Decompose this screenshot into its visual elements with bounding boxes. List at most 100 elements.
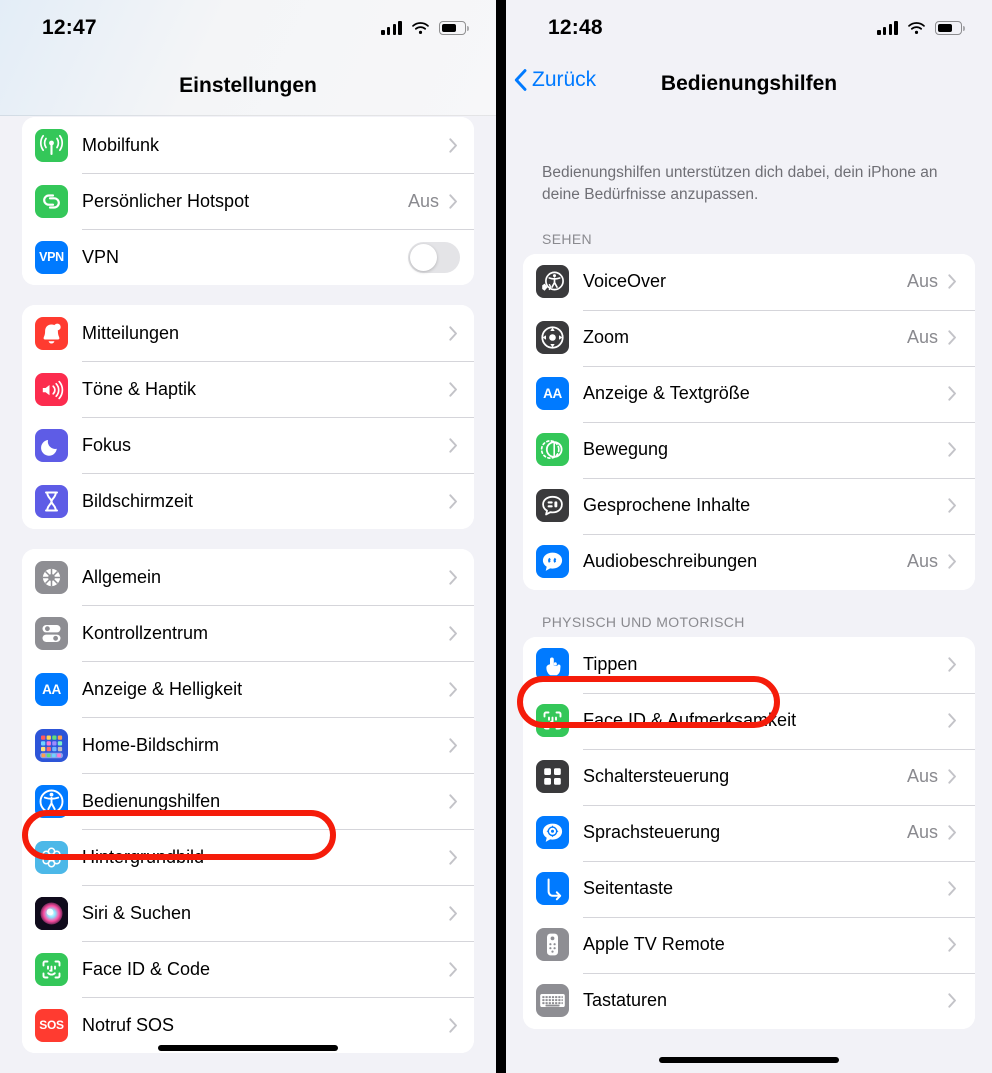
list-item[interactable]: Face ID & Code (22, 941, 474, 997)
list-item[interactable]: Apple TV Remote (523, 916, 975, 973)
list-item[interactable]: Schaltersteuerung Aus (523, 748, 975, 805)
home-indicator (158, 1045, 338, 1051)
list-item-label: Bedienungshilfen (82, 790, 221, 811)
list-item[interactable]: Home-Bildschirm (22, 717, 474, 773)
list-item-label: Sprachsteuerung (583, 822, 721, 843)
list-item-label: Siri & Suchen (82, 902, 192, 923)
settings-group: Allgemein Kontrollzentrum AA Anzeige & Hell… (22, 549, 474, 1053)
list-item[interactable]: Tippen (523, 636, 975, 693)
list-item[interactable]: Bildschirmzeit (22, 473, 474, 529)
chevron-right-icon (449, 325, 458, 341)
chevron-right-icon (948, 657, 957, 673)
list-item-label: Face ID & Code (82, 958, 211, 979)
chevron-right-icon (948, 554, 957, 570)
vpn-icon: VPN (35, 240, 68, 274)
display-aa-icon: AA (35, 672, 68, 706)
chevron-right-icon (948, 881, 957, 897)
list-item[interactable]: VPN VPN (22, 229, 474, 285)
list-item[interactable]: Bedienungshilfen (22, 773, 474, 829)
wifi-icon (411, 21, 430, 35)
touch-icon (536, 648, 569, 682)
settings-list[interactable]: Mobilfunk Persönlicher Hotspot Aus VPN VPN Mi… (0, 0, 496, 1053)
page-title: Einstellungen (179, 74, 317, 97)
list-item[interactable]: Face ID & Aufmerksamkeit (523, 692, 975, 749)
list-item-label: Mitteilungen (82, 322, 180, 343)
hotspot-icon (35, 184, 68, 218)
right-phone-screen: 12:48 Zurück Bedienungshilfen Bedienungs… (506, 0, 992, 1073)
home-indicator (659, 1057, 839, 1063)
switch-control-icon (536, 760, 569, 794)
list-item-label: Notruf SOS (82, 1014, 175, 1035)
wifi-icon (907, 21, 926, 35)
list-item-label: Apple TV Remote (583, 934, 725, 955)
chevron-right-icon (449, 849, 458, 865)
cellular-icon (35, 128, 68, 162)
list-item[interactable]: Fokus (22, 417, 474, 473)
display-aa-icon: AA (536, 377, 569, 411)
list-item-value: Aus (906, 327, 938, 348)
list-item-label: VoiceOver (583, 271, 667, 292)
list-item-label: Seitentaste (583, 878, 674, 899)
list-item[interactable]: AA Anzeige & Textgröße (523, 365, 975, 422)
list-item-value: Aus (906, 551, 938, 572)
list-item-label: Hintergrundbild (82, 846, 205, 867)
chevron-right-icon (449, 193, 458, 209)
list-item[interactable]: AA Anzeige & Helligkeit (22, 661, 474, 717)
audio-description-icon (536, 545, 569, 579)
list-item[interactable]: Tastaturen (523, 972, 975, 1029)
list-item[interactable]: Mitteilungen (22, 305, 474, 361)
list-item-label: Persönlicher Hotspot (82, 190, 250, 211)
list-item[interactable]: Kontrollzentrum (22, 605, 474, 661)
chevron-right-icon (948, 769, 957, 785)
list-item[interactable]: Mobilfunk (22, 117, 474, 173)
list-item[interactable]: Audiobeschreibungen Aus (523, 533, 975, 590)
navigation-bar: Zurück Bedienungshilfen (506, 56, 992, 118)
list-item[interactable]: Allgemein (22, 549, 474, 605)
wallpaper-icon (35, 840, 68, 874)
list-item-value: Aus (906, 271, 938, 292)
list-item[interactable]: Seitentaste (523, 860, 975, 917)
list-item[interactable]: Zoom Aus (523, 309, 975, 366)
chevron-right-icon (948, 937, 957, 953)
list-item[interactable]: Persönlicher Hotspot Aus (22, 173, 474, 229)
list-item[interactable]: Bewegung (523, 421, 975, 478)
accessibility-icon (35, 784, 68, 818)
list-item[interactable]: Hintergrundbild (22, 829, 474, 885)
list-item-label: Gesprochene Inhalte (583, 495, 751, 516)
chevron-right-icon (948, 330, 957, 346)
list-item-label: Home-Bildschirm (82, 734, 220, 755)
moon-icon (35, 428, 68, 462)
apple-tv-remote-icon (536, 928, 569, 962)
list-item[interactable]: Sprachsteuerung Aus (523, 804, 975, 861)
list-item-label: Fokus (82, 434, 132, 455)
list-item[interactable]: Gesprochene Inhalte (523, 477, 975, 534)
battery-icon (935, 21, 966, 35)
settings-group: Mobilfunk Persönlicher Hotspot Aus VPN VPN (22, 117, 474, 285)
settings-header: 12:47 Einstellungen (0, 0, 496, 116)
list-item[interactable]: VoiceOver Aus (523, 253, 975, 310)
status-bar-left: 12:47 (0, 0, 496, 56)
list-item-value: Aus (407, 190, 439, 211)
chevron-right-icon (948, 386, 957, 402)
side-button-icon (536, 872, 569, 906)
chevron-right-icon (948, 825, 957, 841)
home-screen-icon (35, 728, 68, 762)
list-item-label: Mobilfunk (82, 134, 160, 155)
keyboard-icon (536, 984, 569, 1018)
list-item[interactable]: Töne & Haptik (22, 361, 474, 417)
chevron-right-icon (449, 493, 458, 509)
chevron-right-icon (948, 274, 957, 290)
control-center-icon (35, 616, 68, 650)
vpn-toggle[interactable] (408, 241, 460, 273)
gear-icon (35, 560, 68, 594)
list-item[interactable]: Siri & Suchen (22, 885, 474, 941)
settings-group: VoiceOver Aus Zoom Aus AA Anzeige & Textgröße… (523, 253, 975, 590)
list-item-label: Anzeige & Helligkeit (82, 678, 243, 699)
battery-icon (439, 21, 470, 35)
list-item-label: Bildschirmzeit (82, 490, 194, 511)
motion-icon (536, 433, 569, 467)
accessibility-list[interactable]: SEHEN VoiceOver Aus Zoom Aus AA Anzeige & Text… (506, 207, 992, 1029)
chevron-right-icon (449, 569, 458, 585)
chevron-right-icon (449, 625, 458, 641)
